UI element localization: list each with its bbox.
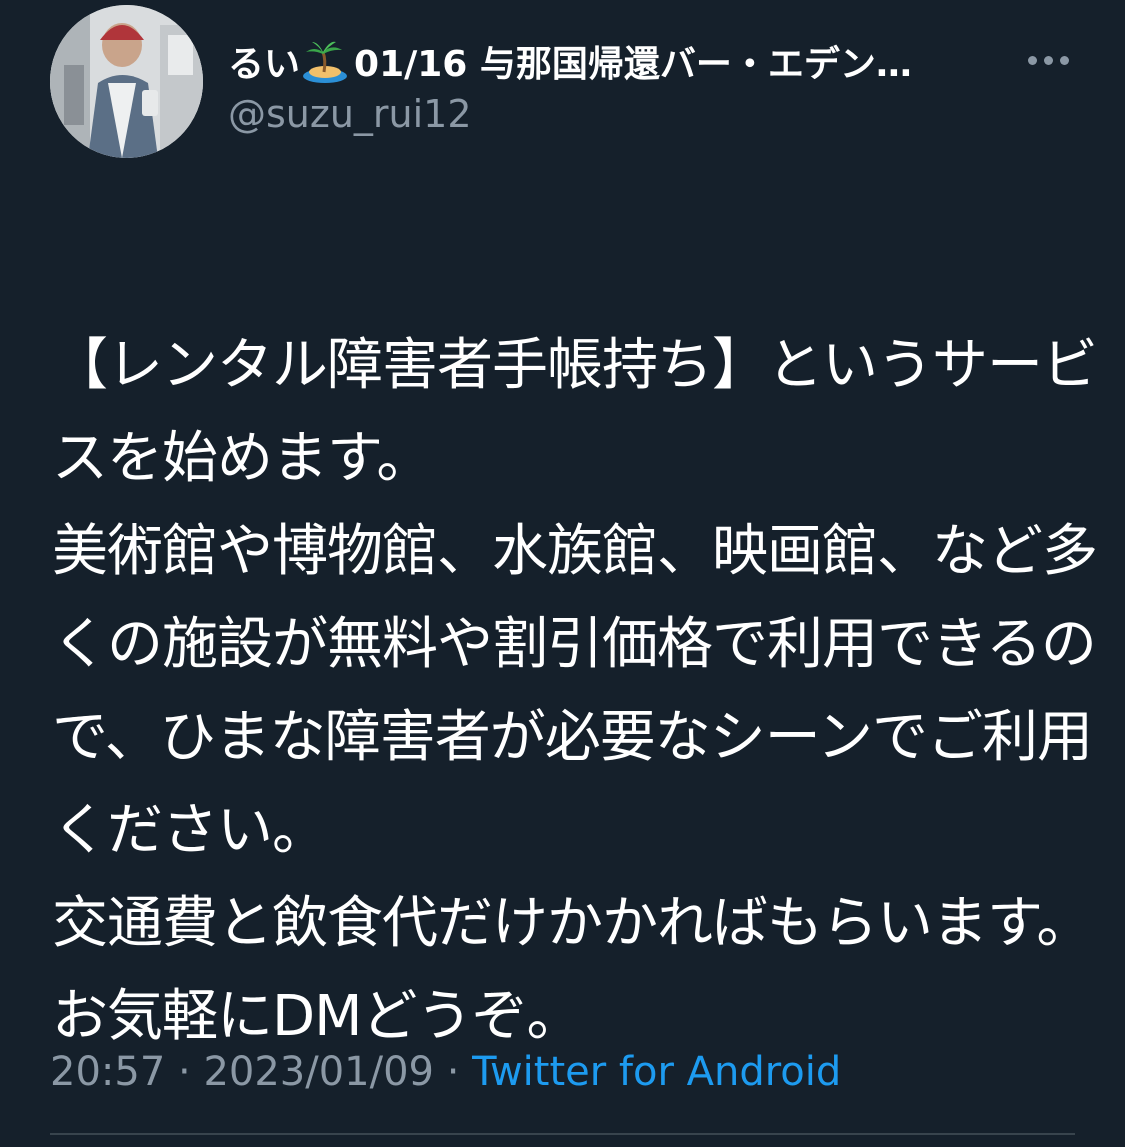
author-handle[interactable]: @suzu_rui12: [228, 90, 472, 138]
more-horizontal-icon[interactable]: [1024, 50, 1074, 70]
tweet-paragraph: 交通費と飲食代だけかかればもらいます。お気軽にDMどうぞ。: [52, 891, 1092, 1049]
author-display-name[interactable]: るい 01/16 与那国帰還バー・エデン…: [228, 38, 1018, 92]
divider: [50, 1133, 1075, 1135]
tweet-date[interactable]: 2023/01/09: [203, 1049, 434, 1095]
tweet-time[interactable]: 20:57: [50, 1049, 165, 1095]
avatar[interactable]: [50, 5, 203, 158]
meta-separator: ·: [165, 1049, 204, 1095]
tweet-paragraph: 美術館や博物館、水族館、映画館、など多くの施設が無料や割引価格で利用できるので、…: [52, 519, 1098, 863]
display-name-suffix: 01/16 与那国帰還バー・エデン…: [354, 44, 912, 85]
tweet-text: 【レンタル障害者手帳持ち】というサービスを始めます。 美術館や博物館、水族館、映…: [52, 226, 1102, 1063]
display-name-prefix: るい: [228, 44, 301, 85]
meta-separator: ·: [433, 1049, 473, 1095]
tweet-paragraph: 【レンタル障害者手帳持ち】というサービスを始めます。: [52, 333, 1098, 491]
profile-photo: [50, 5, 203, 158]
tweet-source-link[interactable]: Twitter for Android: [472, 1049, 841, 1095]
island-emoji-icon: [302, 38, 348, 84]
tweet-meta: 20:57 · 2023/01/09 · Twitter for Android: [50, 1044, 841, 1100]
